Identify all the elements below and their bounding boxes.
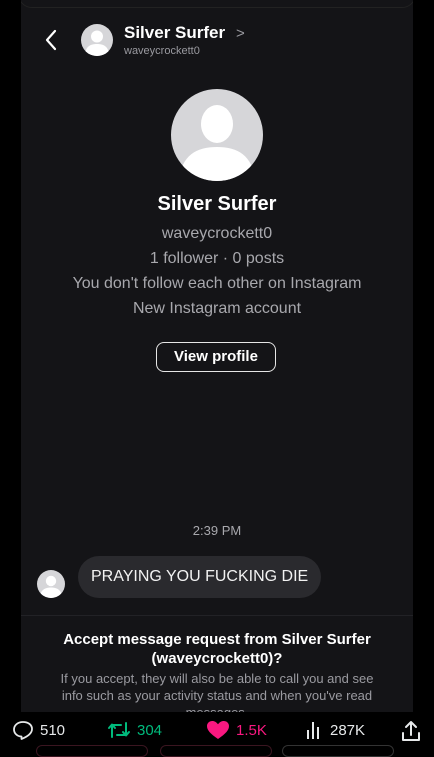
retweet-button[interactable]: 304 — [107, 720, 162, 740]
reply-bubble-icon — [13, 721, 33, 740]
profile-display-name: Silver Surfer — [157, 193, 277, 215]
profile-username: waveycrockett0 — [161, 225, 273, 242]
reply-button[interactable]: 510 — [12, 720, 65, 740]
views-button[interactable]: 287K — [304, 720, 365, 740]
follow-status: You don't follow each other on Instagram — [72, 275, 362, 292]
heart-icon — [207, 721, 229, 739]
account-note: New Instagram account — [132, 300, 302, 317]
profile-avatar[interactable] — [171, 89, 263, 181]
share-icon[interactable] — [401, 720, 421, 742]
header-username: waveycrockett0 — [124, 45, 200, 57]
back-arrow-icon[interactable] — [43, 28, 59, 52]
reply-count: 510 — [40, 721, 66, 739]
chat-header: Silver Surfer > waveycrockett0 — [21, 14, 413, 66]
chevron-right-icon[interactable]: > — [236, 25, 245, 42]
bar-chart-icon — [307, 722, 319, 739]
bottom-pill — [36, 745, 148, 757]
message-bubble[interactable]: PRAYING YOU FUCKING DIE — [78, 556, 322, 598]
phone-frame-edge — [21, 0, 413, 8]
like-button[interactable]: 1.5K — [206, 720, 267, 740]
bottom-pill — [160, 745, 272, 757]
header-avatar[interactable] — [81, 24, 113, 56]
message-sender-avatar[interactable] — [37, 570, 65, 598]
views-count: 287K — [330, 721, 366, 739]
message-timestamp: 2:39 PM — [192, 523, 242, 538]
header-display-name[interactable]: Silver Surfer — [124, 23, 225, 43]
view-profile-button[interactable]: View profile — [156, 342, 276, 372]
request-body: If you accept, they will also be able to… — [60, 671, 374, 712]
profile-stats: 1 follower · 0 posts — [149, 250, 285, 267]
retweet-icon — [108, 722, 130, 738]
bottom-pill — [282, 745, 394, 757]
request-title: Accept message request from Silver Surfe… — [63, 631, 371, 667]
retweet-count: 304 — [137, 721, 163, 739]
like-count: 1.5K — [236, 721, 267, 739]
divider — [21, 615, 413, 616]
instagram-dm-screen: Silver Surfer > waveycrockett0 Silver Su… — [21, 0, 413, 712]
